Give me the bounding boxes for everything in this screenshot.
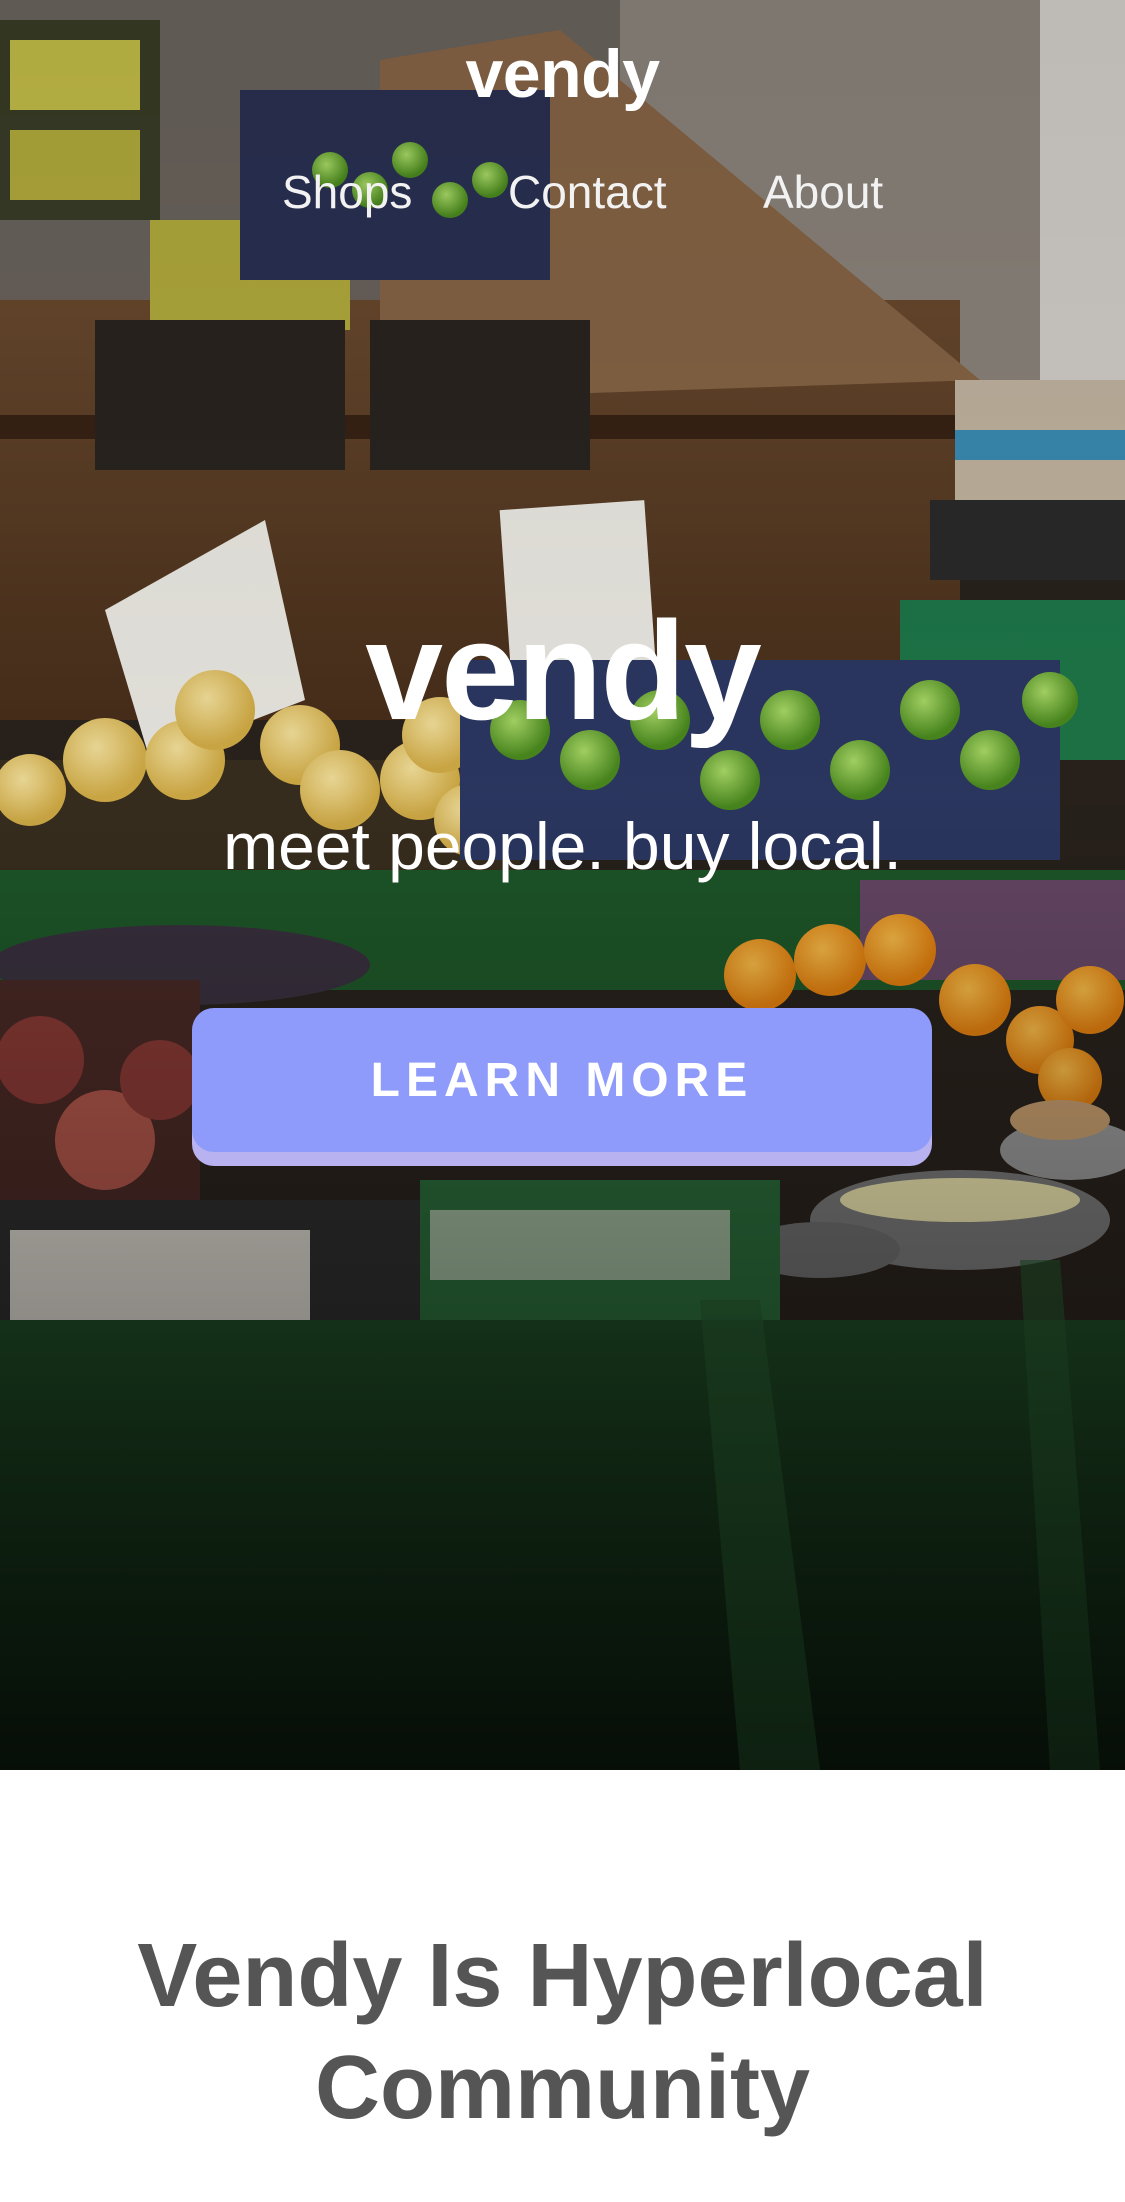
learn-more-button[interactable]: LEARN MORE xyxy=(192,1008,932,1152)
nav-link-about[interactable]: About xyxy=(763,160,883,224)
main-nav: Shops Contact About xyxy=(0,160,1125,224)
nav-link-contact[interactable]: Contact xyxy=(508,160,667,224)
about-section: Vendy Is Hyperlocal Community xyxy=(0,1770,1125,2202)
hero-tagline: meet people. buy local. xyxy=(223,809,902,883)
section-title: Vendy Is Hyperlocal Community xyxy=(137,1926,988,2138)
hero-title: vendy xyxy=(365,592,762,749)
brand-logo[interactable]: vendy xyxy=(0,34,1125,114)
hero-section: vendy Shops Contact About vendy meet peo… xyxy=(0,0,1125,1770)
nav-link-shops[interactable]: Shops xyxy=(282,160,412,224)
